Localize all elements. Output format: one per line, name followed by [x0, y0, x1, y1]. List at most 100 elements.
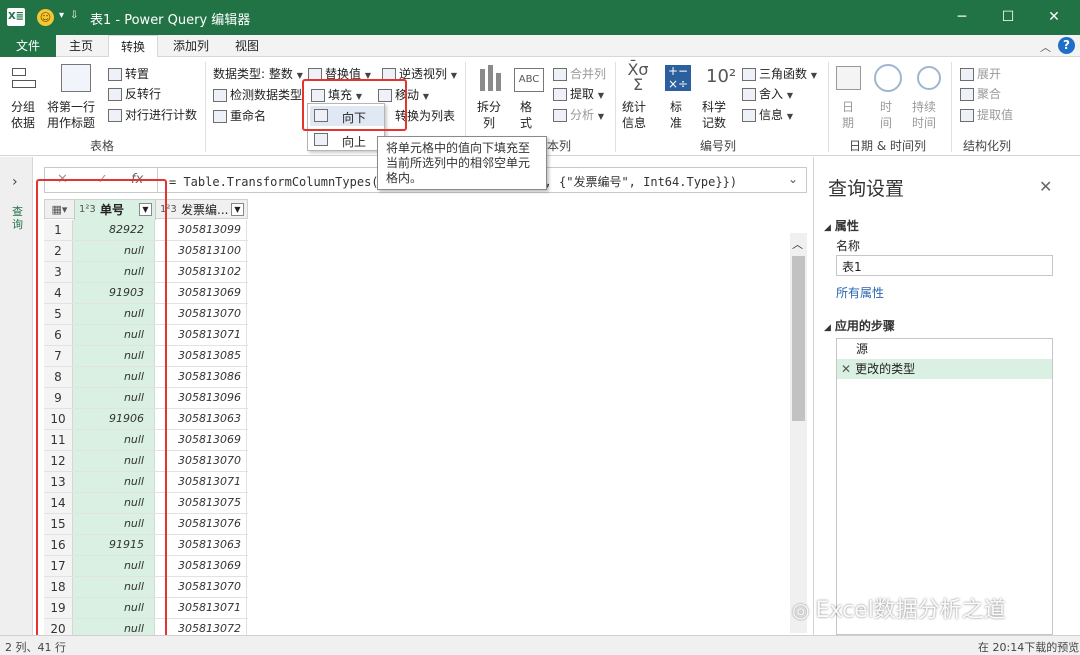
merge-columns-button[interactable]: 合并列 — [553, 65, 606, 82]
excel-icon[interactable]: X≣ — [7, 8, 25, 26]
rename-button[interactable]: 重命名 — [213, 107, 266, 124]
cell-invoice-no[interactable]: 305813071 — [155, 325, 247, 345]
merge-icon — [553, 68, 567, 81]
information-button[interactable]: 信息 ▼ — [742, 106, 793, 123]
count-rows-button[interactable]: 对行进行计数 — [108, 106, 197, 123]
cell-invoice-no[interactable]: 305813072 — [155, 619, 247, 635]
time-button[interactable]: 时 间 — [880, 99, 892, 131]
extract-values-button[interactable]: 提取值 — [960, 106, 1013, 123]
step-item-selected[interactable]: ✕ 更改的类型 — [837, 359, 1052, 379]
cell-invoice-no[interactable]: 305813099 — [155, 220, 247, 240]
cell-invoice-no[interactable]: 305813076 — [155, 514, 247, 534]
minimize-button[interactable]: ─ — [939, 0, 985, 35]
count-rows-label: 对行进行计数 — [125, 108, 198, 122]
tab-file[interactable]: 文件 — [0, 35, 56, 57]
filter-dropdown-icon[interactable]: ▼ — [231, 203, 244, 216]
cell-invoice-no[interactable]: 305813075 — [155, 493, 247, 513]
transpose-label: 转置 — [125, 67, 150, 81]
scientific-button[interactable]: 科学 记数 — [702, 99, 726, 131]
separator — [205, 62, 206, 152]
column-highlight-box — [36, 179, 167, 642]
cell-invoice-no[interactable]: 305813085 — [155, 346, 247, 366]
query-settings-title: 查询设置 — [828, 178, 905, 200]
expand-queries-icon[interactable]: › — [12, 174, 18, 190]
scroll-up-icon[interactable]: ︿ — [792, 236, 803, 252]
rounding-label: 舍入 — [759, 87, 784, 101]
data-type-label: 数据类型: 整数 — [213, 67, 293, 81]
query-name-input[interactable]: 表1 — [836, 255, 1053, 276]
reverse-rows-button[interactable]: 反转行 — [108, 85, 161, 102]
cell-invoice-no[interactable]: 305813086 — [155, 367, 247, 387]
help-icon[interactable]: ? — [1058, 37, 1075, 54]
scientific-icon: 10² — [706, 66, 737, 87]
data-type-dropdown[interactable]: 数据类型: 整数 ▼ — [213, 65, 303, 82]
cell-invoice-no[interactable]: 305813071 — [155, 598, 247, 618]
queries-pane: › 查询 — [0, 157, 33, 635]
tab-home[interactable]: 主页 — [58, 35, 104, 57]
cell-invoice-no[interactable]: 305813070 — [155, 304, 247, 324]
smiley-icon[interactable]: ☺ — [37, 9, 54, 26]
duration-icon — [917, 66, 941, 90]
up-arrow-icon — [314, 133, 328, 146]
group-label-structured: 结构化列 — [963, 139, 1012, 153]
properties-label: 属性 — [834, 219, 859, 233]
statistics-icon: X̄σ Σ — [627, 60, 649, 94]
cell-invoice-no[interactable]: 305813102 — [155, 262, 247, 282]
all-properties-link[interactable]: 所有属性 — [836, 284, 884, 301]
expand-button[interactable]: 展开 — [960, 65, 1001, 82]
rounding-button[interactable]: 舍入 ▼ — [742, 85, 793, 102]
aggregate-button[interactable]: 聚合 — [960, 85, 1001, 102]
cell-invoice-no[interactable]: 305813069 — [155, 556, 247, 576]
group-by-button[interactable]: 分组 依据 — [11, 99, 35, 131]
date-button[interactable]: 日 期 — [842, 99, 854, 131]
cell-invoice-no[interactable]: 305813096 — [155, 388, 247, 408]
maximize-button[interactable]: ☐ — [985, 0, 1031, 35]
cell-invoice-no[interactable]: 305813063 — [155, 409, 247, 429]
aggregate-label: 聚合 — [977, 87, 1002, 101]
tab-transform[interactable]: 转换 — [108, 35, 158, 58]
column-header-invoice-no[interactable]: 1²3 发票编... ▼ — [156, 200, 248, 220]
split-column-button[interactable]: 拆分 列 — [477, 99, 501, 131]
cell-invoice-no[interactable]: 305813069 — [155, 283, 247, 303]
collapse-triangle-icon: ◢ — [824, 323, 831, 333]
collapse-ribbon-icon[interactable]: ︿ — [1040, 39, 1051, 55]
standard-icon: +− ×÷ — [665, 65, 691, 91]
cell-invoice-no[interactable]: 305813070 — [155, 451, 247, 471]
queries-label[interactable]: 查询 — [12, 205, 26, 231]
trigonometry-button[interactable]: 三角函数 ▼ — [742, 65, 817, 82]
duration-button[interactable]: 持续 时间 — [912, 99, 936, 131]
detect-type-button[interactable]: 检测数据类型 — [213, 86, 302, 103]
fill-up-menu-item[interactable]: 向上 — [310, 130, 384, 150]
fill-highlight-box — [302, 79, 407, 131]
cell-invoice-no[interactable]: 305813063 — [155, 535, 247, 555]
cell-invoice-no[interactable]: 305813071 — [155, 472, 247, 492]
standard-button[interactable]: 标 准 — [670, 99, 682, 131]
properties-header[interactable]: ◢ 属性 — [824, 217, 859, 234]
cell-invoice-no[interactable]: 305813100 — [155, 241, 247, 261]
status-right: 在 20:14下载的预览 — [978, 641, 1080, 654]
cell-invoice-no[interactable]: 305813069 — [155, 430, 247, 450]
close-button[interactable]: ✕ — [1031, 0, 1077, 35]
step-item[interactable]: 源 — [837, 339, 1052, 359]
tab-view[interactable]: 视图 — [224, 35, 270, 57]
parse-button[interactable]: 分析 ▼ — [553, 106, 604, 123]
transpose-button[interactable]: 转置 — [108, 65, 149, 82]
extract-button[interactable]: 提取 ▼ — [553, 85, 604, 102]
chevron-down-icon[interactable]: ▾ — [59, 10, 64, 21]
rename-icon — [213, 110, 227, 123]
first-row-header-icon — [61, 64, 91, 92]
close-panel-icon[interactable]: ✕ — [1039, 177, 1052, 196]
cell-invoice-no[interactable]: 305813070 — [155, 577, 247, 597]
quick-access-icon[interactable]: ⇩ — [70, 10, 78, 21]
rounding-icon — [742, 88, 756, 101]
scrollbar-thumb[interactable] — [792, 256, 805, 421]
name-label: 名称 — [836, 239, 861, 253]
expand-formula-icon[interactable]: ⌄ — [788, 172, 798, 186]
tab-add-column[interactable]: 添加列 — [162, 35, 220, 57]
reverse-rows-icon — [108, 88, 122, 101]
applied-steps-header[interactable]: ◢ 应用的步骤 — [824, 317, 895, 334]
first-row-header-button[interactable]: 将第一行 用作标题 — [47, 99, 95, 131]
statistics-button[interactable]: 统计 信息 — [622, 99, 646, 131]
delete-step-icon[interactable]: ✕ — [841, 362, 851, 376]
format-button[interactable]: 格 式 — [520, 99, 532, 131]
